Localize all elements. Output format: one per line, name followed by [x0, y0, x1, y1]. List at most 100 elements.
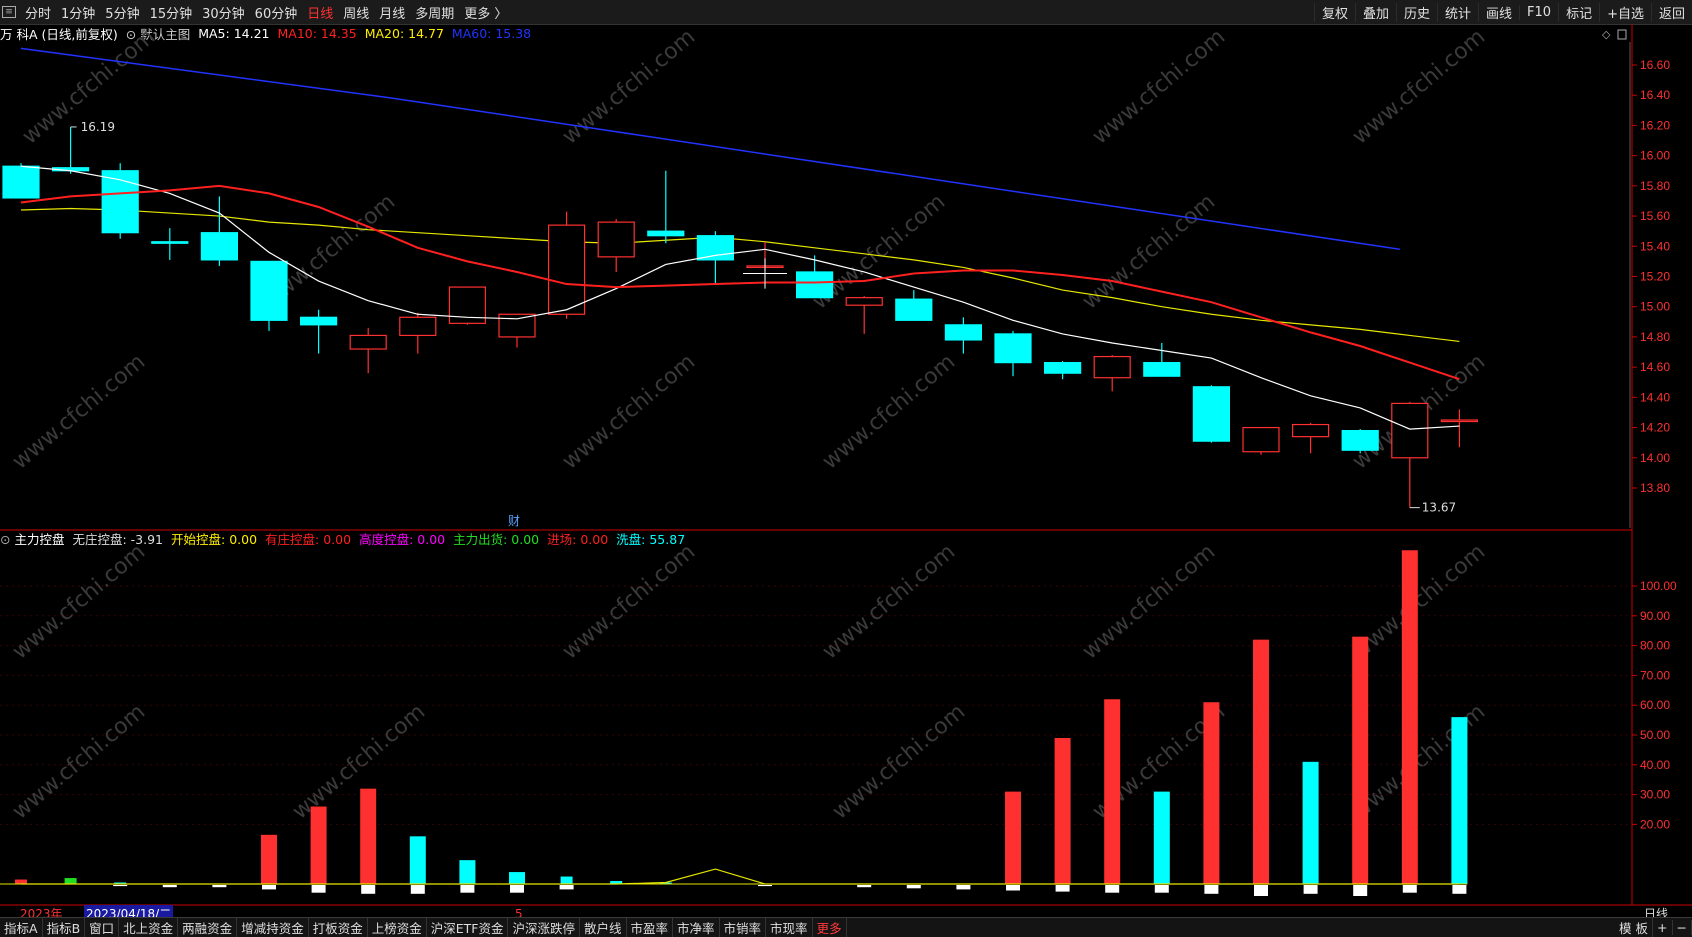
indicator-yellow-line — [21, 868, 1460, 885]
bottom-right-button[interactable]: 模 板 — [1615, 918, 1654, 937]
indicator-neg-bar — [162, 885, 177, 888]
candle[interactable] — [994, 330, 1032, 377]
bottom-tab[interactable]: 指标A — [0, 918, 43, 937]
watermark: www.cfchi.com — [1088, 24, 1230, 149]
bottom-tab[interactable]: 打板资金 — [309, 918, 368, 937]
bottom-tab[interactable]: 市现率 — [766, 918, 813, 937]
expand-icon[interactable] — [1617, 29, 1627, 40]
indicator-bar — [1005, 791, 1021, 884]
indicator-tick-label: 40.00 — [1640, 758, 1670, 772]
candle[interactable] — [845, 296, 883, 334]
price-tick-label: 14.40 — [1640, 390, 1670, 404]
candle[interactable] — [1093, 355, 1131, 392]
candle[interactable] — [597, 219, 635, 272]
candle[interactable] — [101, 163, 139, 239]
candle-body — [597, 221, 635, 258]
indicator-tick-label: 70.00 — [1640, 668, 1670, 682]
bottom-tab[interactable]: 市盈率 — [627, 918, 674, 937]
indicator-neg-bar — [758, 885, 772, 887]
candle[interactable] — [2, 163, 40, 199]
candle[interactable] — [399, 312, 437, 354]
high-label: 16.19 — [81, 120, 115, 134]
candle-body — [944, 324, 983, 341]
candle[interactable] — [200, 196, 238, 266]
indicator-neg-bar — [857, 885, 872, 888]
indicator-bar — [1054, 737, 1071, 884]
indicator-bar — [1451, 717, 1468, 884]
indicator-tick-label: 100.00 — [1640, 579, 1677, 593]
candle[interactable] — [547, 211, 586, 319]
bottom-tab[interactable]: 增减持资金 — [237, 918, 309, 937]
candle-body — [1192, 386, 1231, 442]
candle[interactable] — [1391, 401, 1429, 508]
candle[interactable] — [250, 260, 288, 331]
candle-body — [1143, 362, 1181, 377]
indicator-bar — [1153, 791, 1170, 884]
bottom-tab[interactable]: 市净率 — [673, 918, 720, 937]
bottom-tab[interactable]: 散户线 — [580, 918, 627, 937]
candle-body — [1391, 402, 1429, 459]
candle[interactable] — [300, 309, 338, 354]
bottom-tab[interactable]: 市销率 — [720, 918, 767, 937]
candle[interactable] — [448, 286, 486, 325]
kline-chart[interactable]: www.cfchi.com www.cfchi.com www.cfchi.com w… — [0, 0, 1692, 937]
price-tick-label: 13.80 — [1640, 481, 1670, 495]
bottom-tab[interactable]: 指标B — [43, 918, 86, 937]
bottom-tab[interactable]: 更多 — [813, 918, 847, 937]
indicator-tick-label: 60.00 — [1640, 698, 1670, 712]
candle-body — [1093, 355, 1131, 379]
bottom-tab[interactable]: 上榜资金 — [368, 918, 427, 937]
watermark: www.cfchi.com — [1348, 699, 1490, 824]
candle-body — [1242, 426, 1280, 453]
indicator-bar — [409, 836, 426, 884]
candle[interactable] — [1242, 426, 1280, 455]
watermark: www.cfchi.com — [558, 24, 700, 149]
indicator-bar — [1302, 761, 1319, 884]
indicator-neg-bar — [212, 885, 227, 888]
bottom-right-button[interactable]: − — [1673, 920, 1692, 935]
candle[interactable] — [1143, 342, 1181, 377]
candle[interactable] — [895, 290, 933, 321]
financial-report-marker: 财 — [508, 514, 520, 528]
indicator-tick-label: 20.00 — [1640, 817, 1670, 831]
bottom-tab[interactable]: 北上资金 — [119, 918, 179, 937]
candle-body — [399, 316, 437, 337]
watermark: www.cfchi.com — [288, 699, 430, 824]
candle[interactable] — [647, 170, 685, 244]
price-tick-label: 15.80 — [1640, 179, 1670, 193]
candle[interactable] — [151, 228, 189, 260]
price-tick-label: 14.20 — [1640, 421, 1670, 435]
indicator-neg-bar — [1353, 885, 1368, 896]
indicator-tick-label: 90.00 — [1640, 609, 1670, 623]
candle[interactable] — [795, 255, 834, 299]
indicator-neg-bar — [1402, 885, 1417, 893]
diamond-icon[interactable]: ◇ — [1602, 28, 1611, 41]
indicator-tick-label: 80.00 — [1640, 639, 1670, 653]
watermark: www.cfchi.com — [828, 699, 970, 824]
indicator-bar — [64, 878, 77, 884]
candle[interactable] — [349, 327, 387, 374]
bottom-tab[interactable]: 沪深ETF资金 — [427, 918, 509, 937]
candle[interactable] — [51, 126, 90, 174]
indicator-neg-bar — [1006, 885, 1020, 891]
bottom-right-button[interactable]: + — [1653, 920, 1673, 935]
candle-body — [498, 313, 536, 338]
candle[interactable] — [1043, 361, 1082, 380]
bottom-tab[interactable]: 窗口 — [85, 918, 120, 937]
candle[interactable] — [1291, 423, 1330, 454]
candle[interactable] — [944, 317, 983, 354]
bottom-tabs: 指标A 指标B 窗口 北上资金 两融资金 增减持资金 打板资金 上榜资金 沪深ETF资金 沪深涨跌… — [0, 917, 1692, 937]
indicator-bar — [1203, 702, 1220, 884]
price-tick-label: 16.60 — [1640, 58, 1670, 72]
indicator-neg-bar — [1452, 885, 1467, 894]
watermark: www.cfchi.com — [8, 349, 150, 474]
candle[interactable] — [1440, 409, 1479, 448]
indicator-bar — [261, 834, 277, 884]
ma20-line — [20, 207, 1460, 343]
bottom-tab[interactable]: 两融资金 — [178, 918, 238, 937]
bottom-tab[interactable]: 沪深涨跌停 — [508, 918, 580, 937]
candle[interactable] — [1341, 429, 1379, 454]
indicator-neg-bar — [1105, 885, 1120, 893]
candle[interactable] — [1192, 385, 1231, 443]
candle-body — [647, 230, 685, 237]
